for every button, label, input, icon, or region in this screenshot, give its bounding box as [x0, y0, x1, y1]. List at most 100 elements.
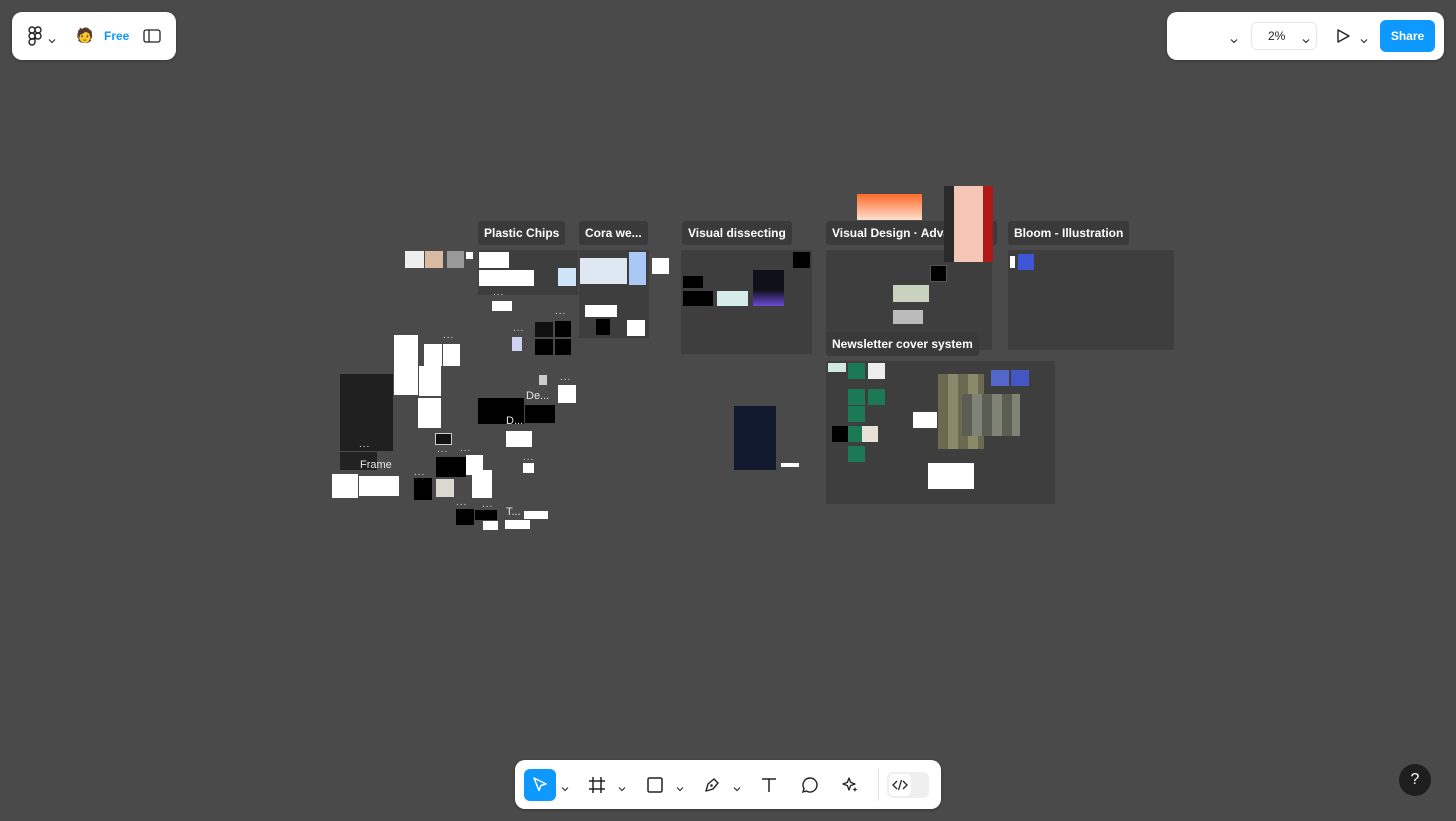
frame-thumbnail[interactable]: [580, 258, 627, 284]
frame-thumbnail[interactable]: [862, 426, 878, 442]
frame-thumbnail[interactable]: [913, 412, 937, 428]
frame-thumbnail[interactable]: [524, 511, 548, 519]
frame-thumbnail[interactable]: [512, 337, 522, 351]
section-label-newsletter[interactable]: Newsletter cover system: [826, 332, 979, 356]
frame-thumbnail[interactable]: [962, 394, 1020, 436]
frame-thumbnail[interactable]: [436, 479, 454, 497]
frame-thumbnail[interactable]: [991, 370, 1009, 386]
frame-thumbnail[interactable]: [828, 363, 846, 372]
comment-icon: [801, 777, 818, 794]
chevron-down-icon[interactable]: [676, 780, 684, 792]
toolbar-divider: [878, 768, 879, 801]
frame-thumbnail[interactable]: [857, 194, 922, 220]
frame-thumbnail[interactable]: [472, 470, 492, 498]
help-button[interactable]: ?: [1399, 764, 1431, 796]
frame-thumbnail[interactable]: [683, 291, 713, 306]
frame-thumbnail[interactable]: [483, 521, 498, 530]
frame-thumbnail[interactable]: [683, 276, 703, 288]
frame-thumbnail[interactable]: [359, 476, 399, 496]
chevron-down-icon[interactable]: [561, 780, 569, 792]
frame-thumbnail[interactable]: [535, 339, 553, 355]
pen-tool-button[interactable]: [696, 769, 728, 801]
frame-thumbnail[interactable]: [475, 510, 497, 520]
bottom-toolbar: [515, 760, 941, 809]
chevron-down-icon[interactable]: [618, 780, 626, 792]
frame-thumbnail[interactable]: [781, 463, 799, 467]
frame-thumbnail[interactable]: [629, 252, 646, 285]
frame-tool-button[interactable]: [581, 769, 613, 801]
frame-thumbnail[interactable]: [868, 389, 885, 405]
comment-tool-button[interactable]: [794, 769, 826, 801]
text-tool-button[interactable]: [753, 769, 785, 801]
frame-thumbnail[interactable]: [930, 265, 947, 282]
frame-thumbnail[interactable]: [523, 463, 534, 473]
section-label-visual-dissecting[interactable]: Visual dissecting: [682, 221, 792, 245]
frame-thumbnail[interactable]: [793, 252, 810, 268]
canvas-label-d[interactable]: D...: [506, 415, 523, 427]
shape-tool-button[interactable]: [639, 769, 671, 801]
frame-thumbnail[interactable]: [466, 252, 473, 259]
collapsed-frame-marker: ...: [414, 467, 426, 478]
frame-thumbnail[interactable]: [479, 252, 509, 268]
frame-thumbnail[interactable]: [585, 305, 617, 317]
frame-thumbnail[interactable]: [492, 301, 512, 311]
frame-thumbnail[interactable]: [558, 268, 576, 286]
frame-thumbnail[interactable]: [555, 321, 571, 337]
frame-thumbnail[interactable]: [1010, 256, 1015, 268]
canvas-label-t[interactable]: T...: [506, 506, 521, 518]
canvas[interactable]: Plastic Chips Cora we... Visual dissecti…: [0, 0, 1456, 821]
frame-thumbnail[interactable]: [505, 520, 530, 529]
frame-thumbnail[interactable]: [753, 270, 784, 306]
collapsed-frame-marker: ...: [523, 452, 535, 463]
chevron-down-icon[interactable]: [733, 780, 741, 792]
frame-thumbnail[interactable]: [506, 431, 532, 447]
frame-thumbnail[interactable]: [848, 406, 865, 422]
frame-thumbnail[interactable]: [539, 375, 547, 385]
frame-thumbnail[interactable]: [447, 251, 464, 268]
frame-thumbnail[interactable]: [418, 398, 441, 428]
frame-thumbnail[interactable]: [555, 339, 571, 355]
frame-thumbnail[interactable]: [848, 446, 865, 462]
dev-mode-toggle[interactable]: [887, 772, 929, 798]
section-label-bloom[interactable]: Bloom - Illustration: [1008, 221, 1130, 245]
actions-tool-button[interactable]: [834, 769, 866, 801]
frame-thumbnail[interactable]: [652, 258, 669, 274]
move-tool-button[interactable]: [524, 769, 556, 801]
frame-thumbnail[interactable]: [419, 366, 441, 396]
section-label-plastic-chips[interactable]: Plastic Chips: [478, 221, 566, 245]
frame-thumbnail[interactable]: [436, 457, 466, 477]
frame-thumbnail[interactable]: [734, 406, 776, 470]
frame-thumbnail[interactable]: [405, 251, 424, 268]
frame-thumbnail[interactable]: [893, 285, 929, 302]
frame-thumbnail[interactable]: [868, 363, 885, 379]
canvas-label-de[interactable]: De...: [526, 390, 549, 402]
collapsed-frame-marker: ...: [555, 306, 567, 317]
frame-thumbnail[interactable]: [627, 320, 645, 336]
frame-thumbnail[interactable]: [848, 363, 865, 379]
frame-thumbnail[interactable]: [332, 474, 358, 498]
frame-thumbnail[interactable]: [928, 463, 974, 489]
frame-thumbnail[interactable]: [424, 344, 442, 366]
frame-thumbnail[interactable]: [394, 335, 418, 395]
frame-thumbnail[interactable]: [944, 186, 993, 262]
frame-thumbnail[interactable]: [425, 251, 443, 268]
frame-thumbnail[interactable]: [717, 291, 748, 306]
canvas-label-frame[interactable]: Frame: [360, 459, 392, 471]
frame-thumbnail[interactable]: [1011, 370, 1029, 386]
frame-thumbnail[interactable]: [596, 319, 610, 335]
frame-thumbnail[interactable]: [479, 270, 534, 286]
frame-thumbnail[interactable]: [456, 509, 474, 525]
sparkle-icon: [842, 777, 858, 792]
frame-thumbnail[interactable]: [558, 385, 576, 403]
collapsed-frame-marker: ...: [359, 439, 371, 450]
frame-thumbnail[interactable]: [893, 310, 923, 324]
frame-thumbnail[interactable]: [414, 478, 432, 500]
frame-thumbnail[interactable]: [443, 344, 460, 366]
frame-thumbnail[interactable]: [848, 389, 865, 405]
frame-thumbnail[interactable]: [525, 405, 555, 423]
section-label-cora[interactable]: Cora we...: [579, 221, 648, 245]
frame-thumbnail[interactable]: [1018, 254, 1034, 270]
frame-thumbnail[interactable]: [832, 426, 848, 442]
collapsed-frame-marker: ...: [560, 372, 572, 383]
frame-thumbnail[interactable]: [535, 322, 553, 337]
